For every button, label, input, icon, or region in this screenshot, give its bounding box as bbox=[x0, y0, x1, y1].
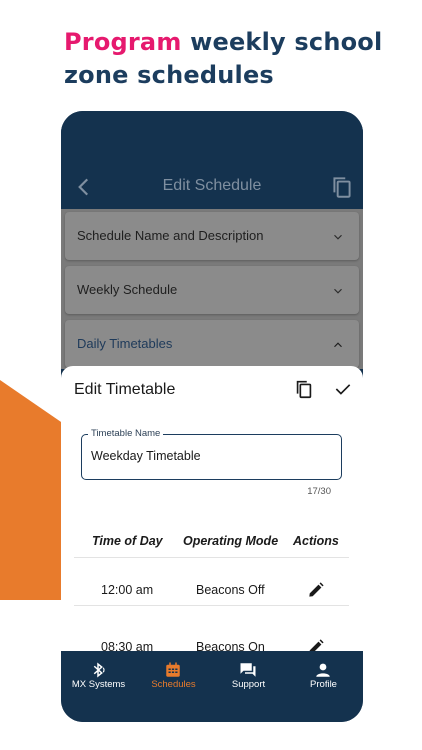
nav-mx-systems[interactable]: MX Systems bbox=[61, 651, 136, 711]
calendar-icon bbox=[166, 662, 180, 677]
edit-timetable-sheet: Edit Timetable Timetable Name 17/30 Time… bbox=[61, 366, 363, 654]
person-icon bbox=[316, 663, 330, 677]
timetable-name-field: Timetable Name bbox=[81, 428, 342, 480]
nav-support[interactable]: Support bbox=[211, 651, 286, 711]
edit-icon[interactable] bbox=[306, 580, 326, 600]
section-label: Schedule Name and Description bbox=[77, 228, 264, 243]
content-area: Schedule Name and Description Weekly Sch… bbox=[61, 209, 363, 369]
section-label: Daily Timetables bbox=[77, 336, 173, 351]
check-icon[interactable] bbox=[333, 379, 353, 399]
bluetooth-icon bbox=[93, 662, 105, 678]
bottom-nav: MX Systems Schedules Support Profile bbox=[61, 651, 363, 722]
nav-label: Support bbox=[231, 679, 266, 690]
section-weekly-schedule[interactable]: Weekly Schedule bbox=[65, 266, 359, 314]
field-label: Timetable Name bbox=[88, 428, 164, 439]
chevron-down-icon bbox=[334, 288, 342, 294]
phone-frame: Edit Schedule Schedule Name and Descript… bbox=[61, 111, 363, 722]
sheet-title: Edit Timetable bbox=[74, 381, 176, 398]
chevron-down-icon bbox=[334, 234, 342, 240]
status-area bbox=[61, 111, 363, 166]
column-header-time: Time of Day bbox=[92, 534, 163, 548]
nav-label: MX Systems bbox=[71, 679, 126, 690]
column-header-mode: Operating Mode bbox=[183, 534, 279, 548]
table-divider bbox=[74, 605, 349, 606]
nav-label: Schedules bbox=[151, 679, 196, 690]
nav-label: Profile bbox=[310, 679, 337, 690]
app-bar: Edit Schedule bbox=[61, 166, 363, 209]
chevron-up-icon bbox=[334, 342, 342, 348]
copy-icon[interactable] bbox=[293, 378, 315, 400]
section-label: Weekly Schedule bbox=[77, 282, 178, 297]
copy-icon[interactable] bbox=[329, 174, 355, 200]
nav-schedules[interactable]: Schedules bbox=[136, 651, 211, 711]
table-divider bbox=[74, 557, 349, 558]
headline: Program weekly school zone schedules bbox=[64, 26, 404, 92]
nav-profile[interactable]: Profile bbox=[286, 651, 361, 711]
timetable-name-input[interactable] bbox=[91, 449, 331, 463]
chat-icon bbox=[240, 663, 256, 677]
character-counter: 17/30 bbox=[307, 486, 331, 497]
row-mode: Beacons Off bbox=[196, 583, 265, 597]
column-header-actions: Actions bbox=[293, 534, 339, 548]
orange-decoration bbox=[0, 380, 64, 600]
section-schedule-name[interactable]: Schedule Name and Description bbox=[65, 212, 359, 260]
headline-accent: Program bbox=[64, 28, 182, 56]
page-title: Edit Schedule bbox=[162, 177, 262, 194]
section-daily-timetables[interactable]: Daily Timetables bbox=[65, 320, 359, 368]
row-time: 12:00 am bbox=[101, 583, 154, 597]
